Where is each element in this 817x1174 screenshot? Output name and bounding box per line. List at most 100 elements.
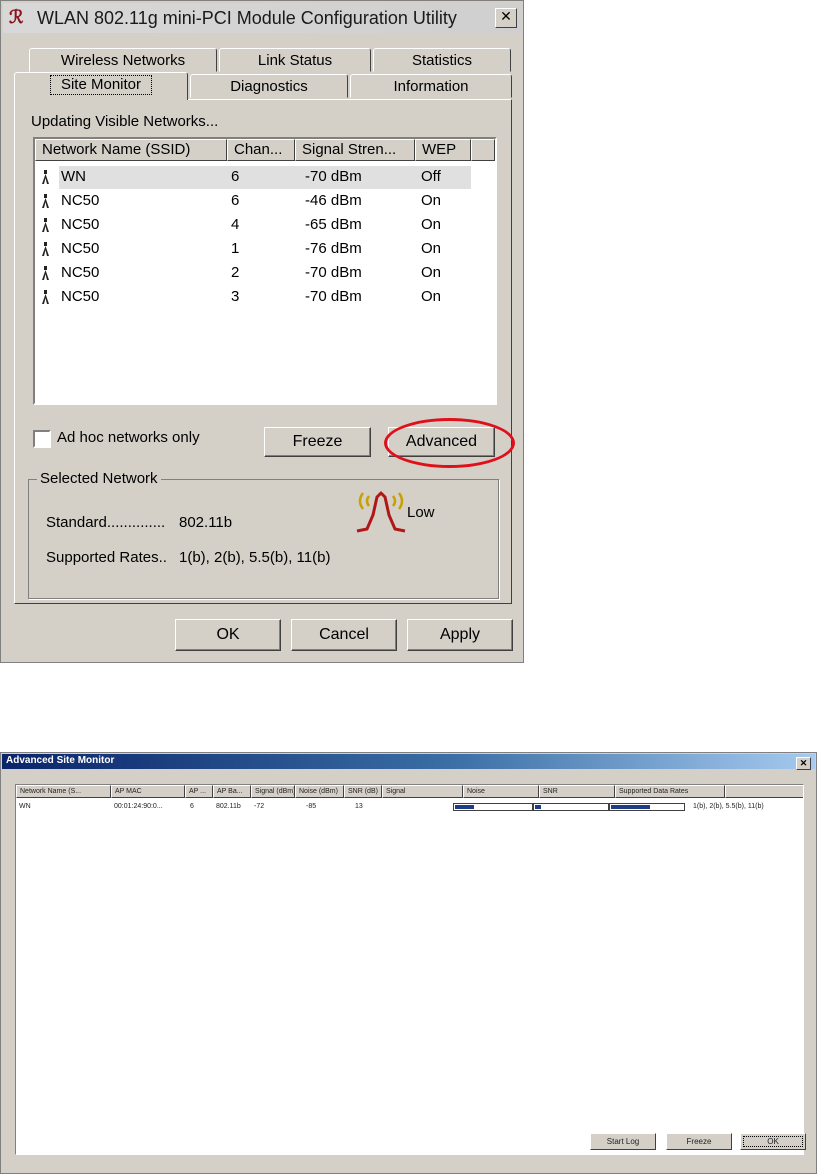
advanced-freeze-button[interactable]: Freeze (666, 1133, 732, 1150)
cancel-button[interactable]: Cancel (291, 619, 397, 651)
row-wep: On (421, 192, 442, 209)
freeze-button[interactable]: Freeze (264, 427, 371, 457)
list-item[interactable]: NC50 1 -76 dBm On (35, 237, 495, 261)
adhoc-checkbox[interactable] (33, 430, 51, 448)
column-header-noise-bar[interactable]: Noise (463, 785, 539, 798)
list-item[interactable]: WN 6 -70 dBm Off (35, 165, 495, 189)
start-log-button[interactable]: Start Log (590, 1133, 656, 1150)
row-ssid: NC50 (61, 216, 100, 233)
tab-site-monitor[interactable]: Site Monitor (14, 72, 188, 100)
advanced-site-monitor-dialog: Advanced Site Monitor ✕ Network Name (S.… (0, 752, 817, 1174)
status-label: Updating Visible Networks... (31, 113, 219, 130)
advanced-ok-button[interactable]: OK (740, 1133, 806, 1150)
row-wep: On (421, 216, 442, 233)
advanced-title-bar: Advanced Site Monitor ✕ (2, 754, 815, 770)
column-header-noise-dbm[interactable]: Noise (dBm) (295, 785, 344, 798)
row-channel: 2 (231, 264, 240, 281)
list-item[interactable]: NC50 6 -46 dBm On (35, 189, 495, 213)
apply-button[interactable]: Apply (407, 619, 513, 651)
tab-link-status[interactable]: Link Status (219, 48, 371, 72)
row-signal: -70 dBm (305, 168, 362, 185)
tab-wireless-networks[interactable]: Wireless Networks (29, 48, 217, 72)
column-header-channel[interactable]: Chan... (227, 139, 295, 161)
row-channel: 1 (231, 240, 240, 257)
snr-level-bar (609, 803, 685, 811)
advanced-close-icon[interactable]: ✕ (796, 757, 811, 770)
row-signal: -46 dBm (305, 192, 362, 209)
configuration-utility-dialog: ℛ WLAN 802.11g mini-PCI Module Configura… (0, 0, 524, 663)
row-channel: 6 (231, 192, 240, 209)
column-header-signal-dbm[interactable]: Signal (dBm) (251, 785, 295, 798)
standard-value: 802.11b (179, 514, 233, 531)
row-wep: On (421, 264, 442, 281)
row-channel: 3 (231, 288, 240, 305)
ok-button[interactable]: OK (175, 619, 281, 651)
row-signal-dbm: -72 (254, 803, 265, 810)
row-signal: -70 dBm (305, 264, 362, 281)
column-header-signal-bar[interactable]: Signal (382, 785, 463, 798)
row-ap-band: 802.11b (216, 803, 241, 810)
selected-network-legend: Selected Network (37, 470, 161, 487)
noise-level-fill (535, 805, 541, 809)
networks-list[interactable]: Network Name (SSID) Chan... Signal Stren… (33, 137, 497, 405)
row-ssid: NC50 (61, 264, 100, 281)
row-ssid: NC50 (61, 192, 100, 209)
row-ap-mac: 00:01:24:90:0... (114, 803, 163, 810)
tab-diagnostics[interactable]: Diagnostics (190, 74, 348, 98)
access-point-icon (42, 242, 49, 256)
noise-level-bar (533, 803, 609, 811)
column-header-ap-channel[interactable]: AP ... (185, 785, 213, 798)
advanced-window-title: Advanced Site Monitor (6, 755, 115, 766)
list-item[interactable]: NC50 3 -70 dBm On (35, 285, 495, 309)
row-wep: On (421, 288, 442, 305)
selected-network-group (28, 479, 499, 599)
signal-quality-text: Low (407, 504, 435, 521)
row-channel: 4 (231, 216, 240, 233)
list-item[interactable]: NC50 4 -65 dBm On (35, 213, 495, 237)
column-header-supported-rates[interactable]: Supported Data Rates (615, 785, 725, 798)
title-bar: ℛ WLAN 802.11g mini-PCI Module Configura… (3, 3, 521, 33)
standard-label: Standard.............. (46, 514, 166, 531)
column-header-snr-db[interactable]: SNR (dB) (344, 785, 382, 798)
column-header-filler (471, 139, 495, 161)
column-header-filler (725, 785, 803, 798)
row-ssid: NC50 (61, 288, 100, 305)
row-ssid: WN (61, 168, 86, 185)
access-point-icon (42, 218, 49, 232)
signal-level-fill (455, 805, 474, 809)
supported-rates-label: Supported Rates.. (46, 549, 167, 566)
close-icon[interactable]: ✕ (495, 8, 517, 28)
row-signal: -65 dBm (305, 216, 362, 233)
row-snr-db: 13 (355, 803, 363, 810)
row-ssid: NC50 (61, 240, 100, 257)
signal-quality-icon (356, 491, 406, 533)
column-header-signal[interactable]: Signal Stren... (295, 139, 415, 161)
column-header-network-name[interactable]: Network Name (S... (16, 785, 111, 798)
signal-level-bar (453, 803, 533, 811)
row-signal: -70 dBm (305, 288, 362, 305)
row-noise-dbm: -85 (306, 803, 317, 810)
column-header-snr-bar[interactable]: SNR (539, 785, 615, 798)
tab-statistics[interactable]: Statistics (373, 48, 511, 72)
access-point-icon (42, 170, 49, 184)
column-header-wep[interactable]: WEP (415, 139, 471, 161)
app-logo-icon: ℛ (9, 7, 24, 28)
window-title: WLAN 802.11g mini-PCI Module Configurati… (37, 8, 457, 28)
tab-site-monitor-label: Site Monitor (49, 75, 153, 95)
list-item[interactable]: NC50 2 -70 dBm On (35, 261, 495, 285)
supported-rates-value: 1(b), 2(b), 5.5(b), 11(b) (179, 549, 331, 566)
adhoc-checkbox-label: Ad hoc networks only (57, 429, 200, 446)
access-point-icon (42, 290, 49, 304)
row-channel: 6 (231, 168, 240, 185)
column-header-ssid[interactable]: Network Name (SSID) (35, 139, 227, 161)
row-network-name[interactable]: WN (19, 803, 31, 810)
row-wep: On (421, 240, 442, 257)
highlight-annotation-circle (384, 418, 515, 468)
snr-level-fill (611, 805, 650, 809)
tab-information[interactable]: Information (350, 74, 512, 98)
advanced-networks-list[interactable]: Network Name (S... AP MAC AP ... AP Ba..… (15, 784, 804, 1155)
selection-highlight (59, 166, 471, 189)
column-header-ap-mac[interactable]: AP MAC (111, 785, 185, 798)
column-header-ap-band[interactable]: AP Ba... (213, 785, 251, 798)
row-ap-channel: 6 (190, 803, 194, 810)
